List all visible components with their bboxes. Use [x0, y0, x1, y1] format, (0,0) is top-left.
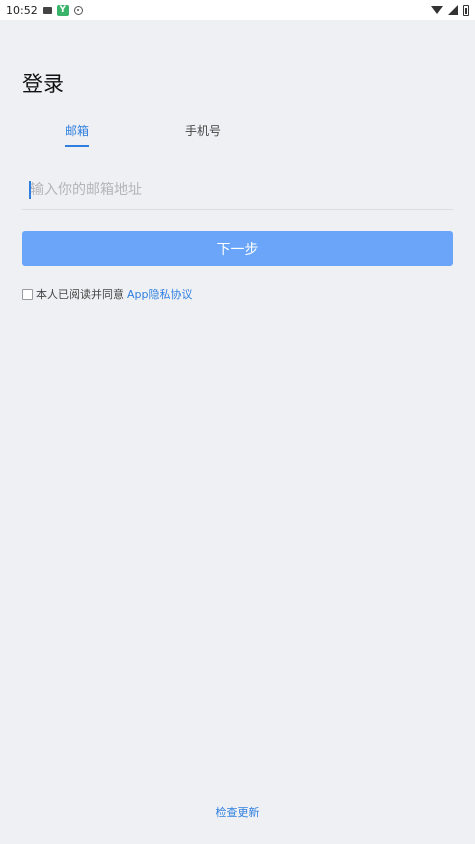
email-input-container — [22, 172, 453, 210]
text-caret — [29, 181, 31, 199]
page-title: 登录 — [22, 72, 64, 96]
email-input[interactable] — [22, 172, 453, 208]
agreement-row: 本人已阅读并同意 App隐私协议 — [22, 286, 193, 302]
battery-icon — [463, 4, 469, 16]
signal-icon — [448, 5, 458, 15]
tab-email[interactable]: 邮箱 — [65, 122, 90, 147]
status-right — [431, 4, 469, 16]
check-update-link[interactable]: 检查更新 — [0, 804, 475, 820]
tab-phone[interactable]: 手机号 — [185, 122, 221, 139]
cat-icon — [42, 6, 52, 14]
app-icon: Y — [56, 4, 69, 16]
agree-checkbox[interactable] — [22, 288, 33, 300]
eye-icon — [73, 5, 83, 15]
next-button[interactable]: 下一步 — [22, 231, 453, 266]
login-tabs: 邮箱 手机号 — [22, 122, 453, 150]
status-left: 10:52 Y — [6, 4, 83, 17]
status-time: 10:52 — [6, 3, 38, 17]
status-bar: 10:52 Y — [0, 0, 475, 20]
agreement-text: 本人已阅读并同意 — [36, 288, 124, 301]
privacy-policy-link[interactable]: App隐私协议 — [127, 286, 193, 302]
wifi-icon — [431, 6, 443, 14]
